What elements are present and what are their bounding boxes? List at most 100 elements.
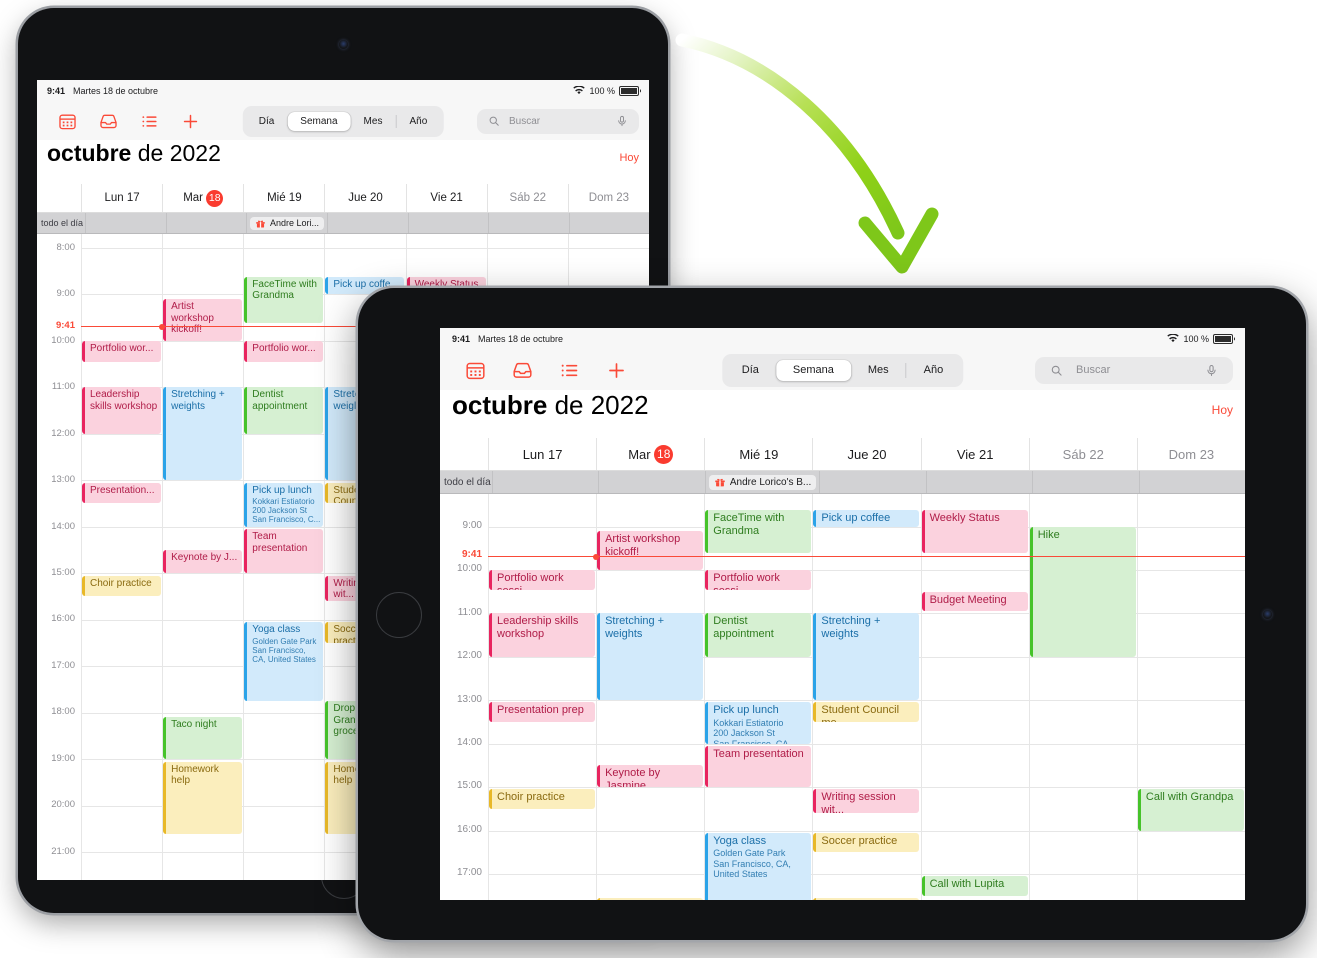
day-header-0[interactable]: Lun 17 (488, 438, 596, 470)
calendar-event[interactable]: Stretching + weights (163, 387, 243, 481)
all-day-event[interactable]: Andre Lorico's B... (708, 474, 817, 490)
plus-icon[interactable] (170, 112, 211, 131)
calendar-event[interactable]: Presentation prep (489, 702, 596, 722)
calendar-event[interactable]: Hike (1029, 526, 1136, 657)
day-header-6[interactable]: Dom 23 (567, 184, 649, 212)
today-button[interactable]: Hoy (619, 152, 639, 164)
calendar-event[interactable]: Keynote by J... (163, 550, 243, 574)
all-day-cell-2[interactable]: Andre Lori... (246, 213, 327, 233)
calendar-event[interactable]: Budget Meeting (921, 591, 1028, 612)
all-day-cell-0[interactable] (85, 213, 166, 233)
calendar-event[interactable]: Team presentation (244, 529, 324, 574)
day-header-1[interactable]: Mar 18 (596, 438, 704, 470)
all-day-cell-0[interactable] (492, 471, 598, 493)
calendar-event[interactable]: Taco night (163, 717, 243, 760)
all-day-cell-1[interactable] (598, 471, 704, 493)
all-day-cell-3[interactable] (819, 471, 925, 493)
day-header-2[interactable]: Mié 19 (704, 438, 812, 470)
all-day-cell-2[interactable]: Andre Lorico's B... (704, 471, 819, 493)
calendar-event[interactable]: Pick up coffee Philz... (813, 510, 920, 527)
all-day-cell-5[interactable] (488, 213, 569, 233)
calendar-event[interactable]: Choir practice (489, 789, 596, 809)
calendar-event[interactable]: Artist workshop kickoff! (163, 299, 243, 341)
day-header-0[interactable]: Lun 17 (81, 184, 162, 212)
hour-label: 12:00 (51, 427, 75, 439)
home-button[interactable] (376, 592, 422, 638)
calendar-event[interactable]: Pick up lunch Kokkari Estiatorio 200 Jack… (244, 482, 324, 527)
calendar-event[interactable]: Soccer practice (813, 832, 920, 853)
calendar-event[interactable]: Pick up lunch Kokkari Estiatorio 200 Jack… (705, 702, 812, 744)
segment-semana[interactable]: Semana (775, 359, 851, 381)
microphone-icon[interactable] (1205, 364, 1218, 377)
day-header-3[interactable]: Jue 20 (324, 184, 405, 212)
today-button[interactable]: Hoy (1212, 403, 1233, 417)
segment-mes[interactable]: Mes (851, 360, 906, 381)
all-day-cell-5[interactable] (1032, 471, 1138, 493)
calendar-event[interactable]: Team presentation (705, 745, 812, 788)
segment-día[interactable]: Día (246, 112, 288, 131)
day-header-3[interactable]: Jue 20 (812, 438, 920, 470)
inbox-icon[interactable] (499, 360, 546, 381)
calendar-event[interactable]: Call with Lupita (921, 876, 1028, 896)
calendar-app-front: 9:41 Martes 18 de octubre 100 % Día Seman… (440, 328, 1245, 900)
calendar-event[interactable]: FaceTime with Grandma (244, 276, 324, 324)
segment-año[interactable]: Año (907, 360, 961, 381)
calendar-grid[interactable]: 9:00 10:00 11:00 12:00 13:00 14:00 15:00 16:00 1… (440, 494, 1245, 900)
list-icon[interactable] (546, 360, 593, 381)
calendar-event[interactable]: Leadership skills workshop (489, 613, 596, 657)
calendar-event[interactable]: Stretching + weights (597, 613, 704, 701)
search-field[interactable]: Buscar (477, 108, 639, 134)
calendar-event[interactable]: Leadership skills workshop (82, 387, 162, 434)
segment-día[interactable]: Día (725, 360, 776, 381)
calendar-icon[interactable] (452, 360, 499, 381)
segment-año[interactable]: Año (396, 112, 440, 131)
day-header-4[interactable]: Vie 21 (920, 438, 1029, 470)
all-day-cell-3[interactable] (327, 213, 408, 233)
all-day-cell-6[interactable] (1138, 471, 1245, 493)
calendar-event[interactable]: Portfolio work sessi... (705, 570, 812, 590)
calendar-icon[interactable] (47, 112, 88, 131)
search-field[interactable]: Buscar (1035, 356, 1233, 384)
day-header-1[interactable]: Mar 18 (162, 184, 243, 212)
calendar-event[interactable] (813, 897, 920, 900)
calendar-event[interactable]: Keynote by Jasmine (597, 765, 704, 788)
segment-semana[interactable]: Semana (287, 111, 351, 131)
calendar-event[interactable]: Yoga class Golden Gate Park San Francisco… (244, 622, 324, 702)
calendar-event[interactable] (597, 897, 704, 900)
segment-mes[interactable]: Mes (351, 112, 396, 131)
calendar-event[interactable]: Student Council me... (813, 702, 920, 722)
plus-icon[interactable] (593, 360, 640, 381)
day-header-6[interactable]: Dom 23 (1136, 438, 1245, 470)
view-segmented-control[interactable]: Día Semana Mes Año (242, 105, 444, 137)
view-segmented-control[interactable]: Día Semana Mes Año (721, 353, 964, 387)
day-header-5[interactable]: Sáb 22 (1028, 438, 1137, 470)
calendar-event[interactable]: Choir practice (82, 575, 162, 597)
calendar-event[interactable]: Weekly Status (921, 510, 1028, 554)
calendar-event[interactable]: Portfolio wor... (244, 340, 324, 362)
calendar-event[interactable]: Yoga class Golden Gate Park San Francisco… (705, 832, 812, 900)
calendar-event[interactable]: Homework help (163, 761, 243, 834)
calendar-event[interactable]: Stretching + weights (813, 613, 920, 701)
calendar-event[interactable]: FaceTime with Grandma (705, 510, 812, 554)
all-day-cell-4[interactable] (925, 471, 1032, 493)
calendar-event[interactable]: Dentist appointment (244, 387, 324, 434)
day-header-5[interactable]: Sáb 22 (486, 184, 568, 212)
calendar-event[interactable]: Portfolio wor... (82, 340, 162, 362)
calendar-event[interactable]: Presentation... (82, 482, 162, 504)
calendar-event[interactable]: Call with Grandpa (1137, 789, 1244, 831)
event-title: Presentation prep (497, 704, 584, 717)
all-day-cell-1[interactable] (165, 213, 247, 233)
all-day-event[interactable]: Andre Lori... (250, 216, 325, 230)
calendar-event[interactable]: Writing session wit... (813, 789, 920, 814)
day-header-4[interactable]: Vie 21 (405, 184, 487, 212)
inbox-icon[interactable] (88, 112, 129, 131)
microphone-icon[interactable] (616, 115, 628, 127)
calendar-event[interactable]: Portfolio work sessi... (489, 570, 596, 590)
list-icon[interactable] (129, 112, 170, 131)
weekday-header: Lun 17 Mar 18 Mié 19 Jue 20 Vie 21 Sáb 22 Dom … (440, 438, 1245, 471)
calendar-event[interactable]: Dentist appointment (705, 613, 812, 657)
day-header-2[interactable]: Mié 19 (243, 184, 324, 212)
all-day-cell-6[interactable] (568, 213, 649, 233)
all-day-cell-4[interactable] (407, 213, 489, 233)
calendar-event[interactable]: Artist workshop kickoff! (597, 530, 704, 570)
